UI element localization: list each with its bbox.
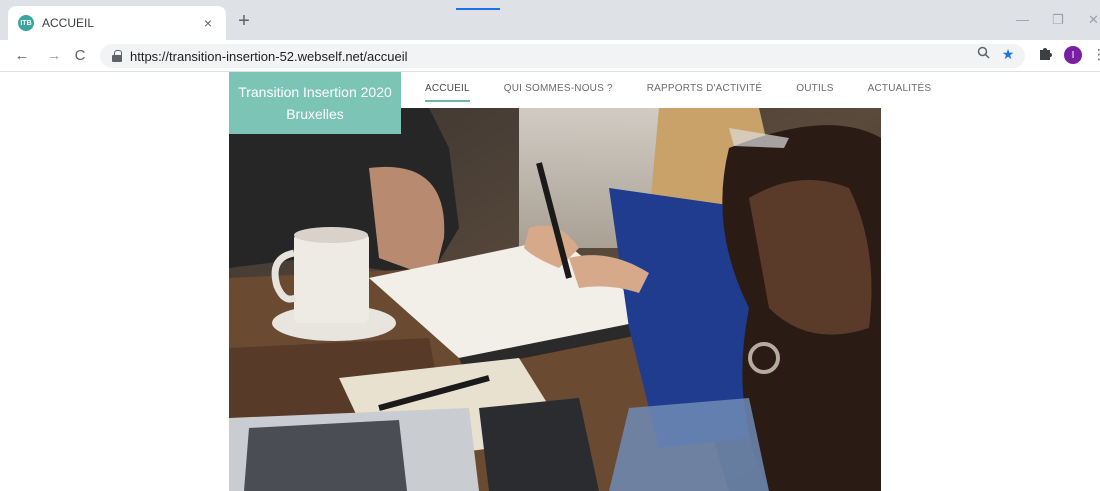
hero-photo-illustration: [229, 108, 881, 491]
site-logo[interactable]: Transition Insertion 2020 Bruxelles: [229, 72, 401, 134]
site-navigation: ACCUEIL QUI SOMMES-NOUS ? RAPPORTS D'ACT…: [425, 72, 965, 108]
profile-avatar[interactable]: I: [1064, 46, 1082, 64]
hero-image: [229, 108, 881, 491]
forward-arrow-icon[interactable]: →: [44, 46, 64, 66]
close-window-icon[interactable]: ✕: [1088, 12, 1099, 28]
nav-accueil[interactable]: ACCUEIL: [425, 83, 470, 102]
browser-tab-strip: ITB ACCUEIL × + — ❐ ✕: [0, 0, 1100, 40]
restore-icon[interactable]: ❐: [1052, 12, 1064, 28]
loading-indicator: [456, 8, 500, 10]
nav-qui-sommes-nous[interactable]: QUI SOMMES-NOUS ?: [504, 83, 613, 98]
back-arrow-icon[interactable]: ←: [12, 46, 32, 66]
browser-tab-accueil[interactable]: ITB ACCUEIL ×: [8, 6, 226, 40]
kebab-icon[interactable]: ⋮: [1092, 46, 1100, 63]
tab-title: ACCUEIL: [42, 16, 95, 30]
site-favicon-icon: ITB: [18, 15, 34, 31]
reload-icon[interactable]: C: [70, 46, 90, 66]
new-tab-button[interactable]: +: [232, 10, 256, 34]
url-host: https://transition-insertion-52.webself.…: [130, 48, 364, 64]
tab-close-icon[interactable]: ×: [200, 15, 216, 31]
nav-outils[interactable]: OUTILS: [796, 83, 833, 98]
nav-actualites[interactable]: ACTUALITÉS: [868, 83, 932, 98]
lock-icon[interactable]: [112, 50, 122, 62]
search-icon[interactable]: [973, 46, 993, 62]
star-icon[interactable]: ★: [998, 46, 1018, 63]
address-bar[interactable]: https://transition-insertion-52.webself.…: [100, 44, 1025, 68]
minimize-icon[interactable]: —: [1016, 12, 1029, 27]
url-path: /accueil: [363, 48, 408, 64]
puzzle-icon[interactable]: [1037, 46, 1053, 62]
logo-line-2: Bruxelles: [286, 106, 344, 122]
browser-toolbar: ← → C https://transition-insertion-52.we…: [0, 40, 1100, 72]
nav-rapports-activite[interactable]: RAPPORTS D'ACTIVITÉ: [647, 83, 763, 98]
logo-line-1: Transition Insertion 2020: [238, 84, 392, 100]
web-page: Transition Insertion 2020 Bruxelles ACCU…: [0, 72, 1100, 491]
